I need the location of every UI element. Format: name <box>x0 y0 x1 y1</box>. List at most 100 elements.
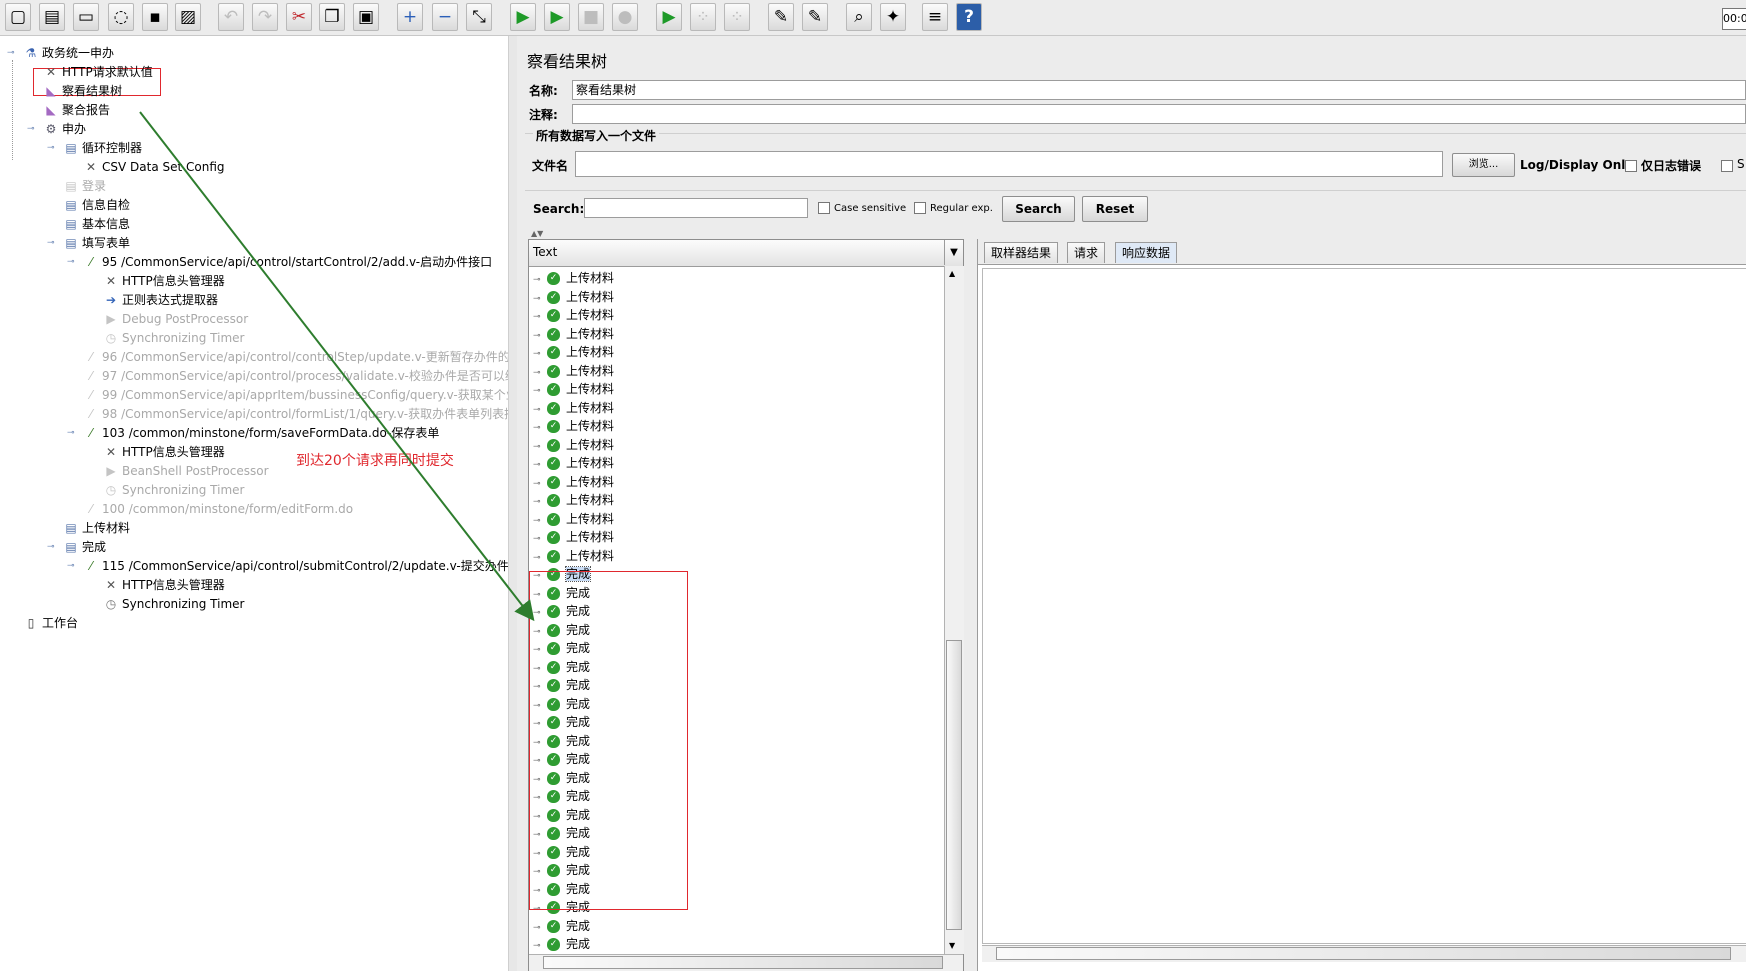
tree-expand-handle[interactable]: ⊸ <box>47 539 55 556</box>
templates-icon[interactable]: ▤ <box>39 3 65 31</box>
result-expand-handle[interactable]: ⊸ <box>533 308 547 326</box>
tree-node[interactable]: ◣ 察看结果树 <box>43 83 122 100</box>
result-expand-handle[interactable]: ⊸ <box>533 419 547 437</box>
result-row[interactable]: ⊸ ✓ 上传材料 <box>533 454 614 472</box>
tree-node[interactable]: ▤ 基本信息 <box>63 216 130 233</box>
result-row[interactable]: ⊸ ✓ 上传材料 <box>533 325 614 343</box>
search-input[interactable] <box>584 198 808 218</box>
case-sensitive-checkbox[interactable] <box>818 202 830 214</box>
save-as-icon[interactable]: ▨ <box>175 3 201 31</box>
tree-node[interactable]: ⁄ 95 /CommonService/api/control/startCont… <box>83 254 492 271</box>
result-expand-handle[interactable]: ⊸ <box>533 493 547 511</box>
tab-response-data[interactable]: 响应数据 <box>1115 242 1178 263</box>
tree-node[interactable]: ⁄ 98 /CommonService/api/control/formList/… <box>83 406 508 423</box>
shutdown-icon[interactable]: ● <box>612 3 638 31</box>
tree-expand-handle[interactable]: ⊸ <box>27 121 35 138</box>
successes-only-checkbox[interactable] <box>1721 160 1733 172</box>
start-icon[interactable]: ▶ <box>510 3 536 31</box>
result-row[interactable]: ⊸ ✓ 上传材料 <box>533 343 614 361</box>
collapse-icon[interactable]: − <box>432 3 458 31</box>
tree-node[interactable]: ⁄ 115 /CommonService/api/control/submitCo… <box>83 558 508 575</box>
remote-stop-icon[interactable]: ⁘ <box>690 3 716 31</box>
response-horizontal-scrollbar[interactable] <box>982 945 1746 962</box>
tree-node[interactable]: ◣ 聚合报告 <box>43 102 110 119</box>
tree-node[interactable]: ⚙ 申办 <box>43 121 86 138</box>
result-expand-handle[interactable]: ⊸ <box>533 382 547 400</box>
test-plan-tree[interactable]: 到达20个请求再同时提交 ⚗ 政务统一申办 ⊸ ✕ HTTP请求默认值 ◣ 察看结果树 ◣ 聚合… <box>0 36 508 971</box>
response-hscroll-thumb[interactable] <box>996 947 1731 960</box>
result-row[interactable]: ⊸ ✓ 上传材料 <box>533 288 614 306</box>
new-icon[interactable]: ▢ <box>5 3 31 31</box>
chevron-down-icon[interactable]: ▼ <box>944 240 963 265</box>
tree-node[interactable]: ▤ 上传材料 <box>63 520 130 537</box>
result-expand-handle[interactable]: ⊸ <box>533 271 547 289</box>
result-expand-handle[interactable]: ⊸ <box>533 475 547 493</box>
result-row[interactable]: ⊸ ✓ 上传材料 <box>533 362 614 380</box>
result-row[interactable]: ⊸ ✓ 完成 <box>533 917 590 935</box>
remote-start-icon[interactable]: ▶ <box>656 3 682 31</box>
tree-node[interactable]: ⁄ 100 /common/minstone/form/editForm.do <box>83 501 353 518</box>
result-row[interactable]: ⊸ ✓ 上传材料 <box>533 528 614 546</box>
split-arrows-icon[interactable]: ▲▼ <box>531 229 543 238</box>
result-expand-handle[interactable]: ⊸ <box>533 937 547 955</box>
comment-field[interactable] <box>572 104 1746 124</box>
tree-node[interactable]: ◷ Synchronizing Timer <box>103 482 245 499</box>
tree-expand-handle[interactable]: ⊸ <box>47 235 55 252</box>
tree-node[interactable]: ▯ 工作台 <box>23 615 78 632</box>
tree-node[interactable]: ➔ 正则表达式提取器 <box>103 292 218 309</box>
tab-request[interactable]: 请求 <box>1067 242 1106 263</box>
help-icon[interactable]: ? <box>956 3 982 31</box>
scroll-up-arrow-icon[interactable]: ▲ <box>949 269 955 278</box>
renderer-select[interactable]: Text ▼ <box>529 240 963 267</box>
result-expand-handle[interactable]: ⊸ <box>533 438 547 456</box>
browse-button[interactable]: 浏览... <box>1452 153 1515 177</box>
result-row[interactable]: ⊸ ✓ 完成 <box>533 935 590 953</box>
open-icon[interactable]: ▭ <box>73 3 99 31</box>
result-row[interactable]: ⊸ ✓ 上传材料 <box>533 417 614 435</box>
tree-node[interactable]: ✕ HTTP信息头管理器 <box>103 444 225 461</box>
response-content-area[interactable] <box>982 268 1746 944</box>
start-no-pause-icon[interactable]: ▶ <box>544 3 570 31</box>
result-expand-handle[interactable]: ⊸ <box>533 345 547 363</box>
copy-icon[interactable]: ❐ <box>319 3 345 31</box>
result-row[interactable]: ⊸ ✓ 上传材料 <box>533 269 614 287</box>
remote-shutdown-icon[interactable]: ⁘ <box>724 3 750 31</box>
search-icon[interactable]: ⌕ <box>846 3 872 31</box>
tree-node[interactable]: ⁄ 99 /CommonService/api/apprItem/bussines… <box>83 387 508 404</box>
reset-button[interactable]: Reset <box>1082 196 1148 222</box>
result-expand-handle[interactable]: ⊸ <box>533 290 547 308</box>
errors-only-checkbox[interactable] <box>1625 160 1637 172</box>
filename-field[interactable] <box>575 151 1443 177</box>
tree-node[interactable]: ◷ Synchronizing Timer <box>103 330 245 347</box>
tree-node[interactable]: ▤ 完成 <box>63 539 106 556</box>
function-helper-icon[interactable]: ≡ <box>922 3 948 31</box>
tree-node[interactable]: ▤ 循环控制器 <box>63 140 142 157</box>
results-scroll-thumb[interactable] <box>946 640 962 930</box>
tree-expand-handle[interactable]: ⊸ <box>67 425 75 442</box>
search-button[interactable]: Search <box>1002 196 1075 222</box>
tree-node[interactable]: ⁄ 103 /common/minstone/form/saveFormData.… <box>83 425 439 442</box>
tree-node[interactable]: ✕ HTTP信息头管理器 <box>103 273 225 290</box>
regex-checkbox[interactable] <box>914 202 926 214</box>
toggle-icon[interactable]: ⤡ <box>466 3 492 31</box>
tab-sampler-result[interactable]: 取样器结果 <box>984 242 1059 263</box>
result-expand-handle[interactable]: ⊸ <box>533 549 547 567</box>
tree-node[interactable]: ▤ 登录 <box>63 178 106 195</box>
result-expand-handle[interactable]: ⊸ <box>533 401 547 419</box>
cut-icon[interactable]: ✂ <box>286 3 312 31</box>
name-field[interactable]: 察看结果树 <box>572 80 1746 100</box>
result-row[interactable]: ⊸ ✓ 上传材料 <box>533 491 614 509</box>
redo-icon[interactable]: ↷ <box>252 3 278 31</box>
tree-node[interactable]: ◷ Synchronizing Timer <box>103 596 245 613</box>
result-expand-handle[interactable]: ⊸ <box>533 919 547 937</box>
tree-node[interactable]: ▤ 信息自检 <box>63 197 130 214</box>
result-row[interactable]: ⊸ ✓ 上传材料 <box>533 436 614 454</box>
result-expand-handle[interactable]: ⊸ <box>533 512 547 530</box>
stop-icon[interactable]: ■ <box>578 3 604 31</box>
results-vertical-scrollbar[interactable]: ▲ ▼ <box>944 266 964 954</box>
clear-all-icon[interactable]: ✎ <box>802 3 828 31</box>
tree-node[interactable]: ⁄ 97 /CommonService/api/control/process/v… <box>83 368 508 385</box>
tree-expand-handle[interactable]: ⊸ <box>7 45 15 62</box>
tree-node[interactable]: ▤ 填写表单 <box>63 235 130 252</box>
results-horizontal-scrollbar[interactable] <box>529 954 963 971</box>
